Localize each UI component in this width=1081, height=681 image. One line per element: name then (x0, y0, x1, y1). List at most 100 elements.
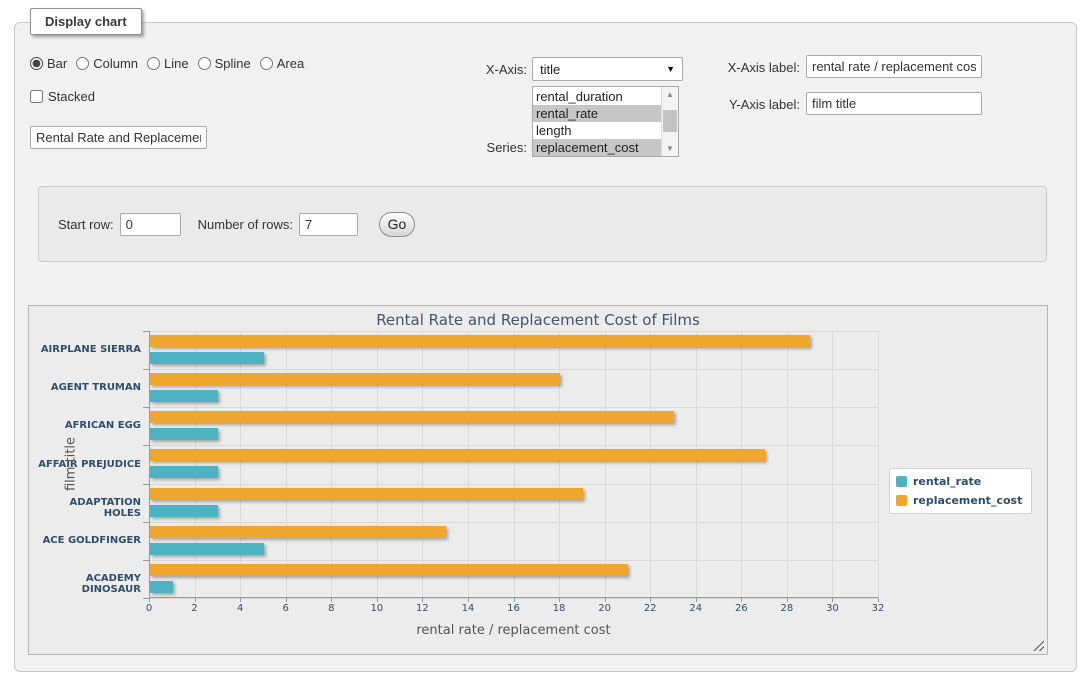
bar-replacement_cost-affair-prejudice[interactable] (150, 449, 765, 461)
gridline-v (559, 331, 560, 598)
bar-replacement_cost-agent-truman[interactable] (150, 373, 560, 385)
bar-rental_rate-african-egg[interactable] (150, 428, 218, 440)
bar-replacement_cost-ace-goldfinger[interactable] (150, 526, 446, 538)
x-tick-label: 22 (635, 603, 665, 614)
series-listbox-label: Series: (427, 140, 527, 155)
x-tick-mark (195, 598, 196, 602)
bar-replacement_cost-airplane-sierra[interactable] (150, 335, 810, 347)
chart-legend: rental_rate replacement_cost (889, 468, 1032, 514)
bar-replacement_cost-adaptation-holes[interactable] (150, 488, 583, 500)
gridline-v (741, 331, 742, 598)
gridline-v (696, 331, 697, 598)
chart-type-option-column[interactable]: Column (76, 56, 138, 71)
chart-container: Rental Rate and Replacement Cost of Film… (28, 305, 1048, 655)
bar-rental_rate-academy-dinosaur[interactable] (150, 581, 173, 593)
bar-rental_rate-agent-truman[interactable] (150, 390, 218, 402)
gridline-h (149, 445, 878, 446)
x-tick-mark (468, 598, 469, 602)
x-axis-label-input[interactable] (806, 55, 982, 78)
x-tick-label: 6 (271, 603, 301, 614)
category-label: AFRICAN EGG (29, 420, 141, 431)
scrollbar-down-icon[interactable]: ▼ (662, 141, 678, 156)
bar-rental_rate-airplane-sierra[interactable] (150, 352, 264, 364)
y-axis-title: film title (64, 331, 79, 598)
gridline-v (377, 331, 378, 598)
chart-type-option-bar[interactable]: Bar (30, 56, 67, 71)
chart-type-radio-bar[interactable] (30, 57, 43, 70)
legend-label: rental_rate (913, 475, 981, 488)
chart-type-radio-spline[interactable] (198, 57, 211, 70)
x-tick-mark (422, 598, 423, 602)
gridline-h (149, 407, 878, 408)
series-listbox[interactable]: rental_durationrental_ratelengthreplacem… (532, 86, 679, 157)
gridline-h (149, 484, 878, 485)
x-tick-label: 26 (726, 603, 756, 614)
chart-type-option-spline[interactable]: Spline (198, 56, 251, 71)
legend-item-replacement_cost[interactable]: replacement_cost (896, 494, 1022, 507)
x-tick-mark (514, 598, 515, 602)
start-row-input[interactable] (120, 213, 181, 236)
scrollbar-thumb[interactable] (663, 110, 677, 132)
series-option-rental_rate[interactable]: rental_rate (533, 105, 661, 122)
gridline-v (832, 331, 833, 598)
gridline-v (422, 331, 423, 598)
chart-plot-area (149, 331, 878, 598)
x-tick-label: 30 (817, 603, 847, 614)
start-row-label: Start row: (58, 217, 114, 232)
chart-type-option-area[interactable]: Area (260, 56, 304, 71)
x-tick-mark (377, 598, 378, 602)
gridline-v (878, 331, 879, 598)
series-option-replacement_cost[interactable]: replacement_cost (533, 139, 661, 156)
legend-label: replacement_cost (913, 494, 1022, 507)
category-label: AGENT TRUMAN (29, 382, 141, 393)
y-axis-label-input[interactable] (806, 92, 982, 115)
gridline-v (331, 331, 332, 598)
x-axis-select-label: X-Axis: (427, 62, 527, 77)
bar-rental_rate-ace-goldfinger[interactable] (150, 543, 264, 555)
y-axis-label-label: Y-Axis label: (700, 97, 800, 112)
x-tick-label: 14 (453, 603, 483, 614)
series-listbox-scrollbar[interactable]: ▲ ▼ (661, 87, 678, 156)
chart-type-radio-line[interactable] (147, 57, 160, 70)
y-tick-mark (143, 560, 149, 561)
gridline-v (514, 331, 515, 598)
num-rows-input[interactable] (299, 213, 358, 236)
scrollbar-up-icon[interactable]: ▲ (662, 87, 678, 102)
legend-item-rental_rate[interactable]: rental_rate (896, 475, 1022, 488)
chart-type-radio-column[interactable] (76, 57, 89, 70)
go-button[interactable]: Go (379, 212, 415, 237)
stacked-label: Stacked (48, 89, 95, 104)
x-tick-mark (741, 598, 742, 602)
gridline-h (149, 560, 878, 561)
x-tick-label: 32 (863, 603, 893, 614)
x-axis-title: rental rate / replacement cost (149, 623, 878, 638)
rows-panel: Start row: Number of rows: Go (38, 186, 1047, 262)
resize-grip-icon[interactable] (1033, 640, 1044, 651)
bar-rental_rate-affair-prejudice[interactable] (150, 466, 218, 478)
x-tick-mark (832, 598, 833, 602)
chart-type-option-label: Area (277, 56, 304, 71)
x-tick-label: 12 (407, 603, 437, 614)
chart-type-option-label: Line (164, 56, 189, 71)
series-listbox-items: rental_durationrental_ratelengthreplacem… (533, 87, 661, 156)
chart-type-option-line[interactable]: Line (147, 56, 189, 71)
bar-replacement_cost-african-egg[interactable] (150, 411, 674, 423)
fieldset-legend: Display chart (30, 8, 142, 35)
bar-rental_rate-adaptation-holes[interactable] (150, 505, 218, 517)
gridline-v (605, 331, 606, 598)
x-tick-label: 2 (180, 603, 210, 614)
chart-type-option-label: Bar (47, 56, 67, 71)
x-tick-mark (286, 598, 287, 602)
series-option-length[interactable]: length (533, 122, 661, 139)
stacked-checkbox[interactable] (30, 90, 43, 103)
x-axis-select[interactable]: title ▼ (532, 57, 683, 81)
series-option-rental_duration[interactable]: rental_duration (533, 88, 661, 105)
gridline-v (286, 331, 287, 598)
bar-replacement_cost-academy-dinosaur[interactable] (150, 564, 628, 576)
chart-type-option-label: Spline (215, 56, 251, 71)
chart-type-radio-area[interactable] (260, 57, 273, 70)
stacked-checkbox-row[interactable]: Stacked (30, 89, 95, 104)
gridline-v (650, 331, 651, 598)
chart-title-input[interactable] (30, 126, 207, 149)
y-tick-mark (143, 369, 149, 370)
